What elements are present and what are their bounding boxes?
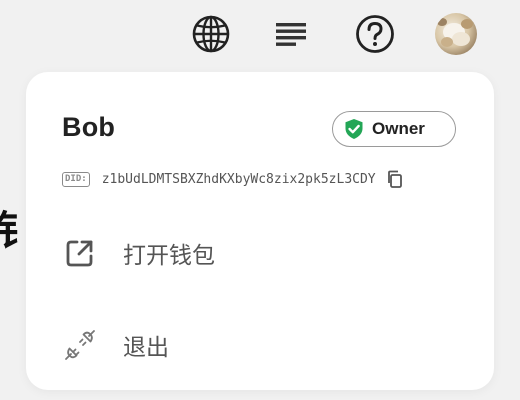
copy-icon[interactable] bbox=[385, 169, 405, 189]
did-row: DID: z1bUdLDMTSBXZhdKXbyWc8zix2pk5zL3CDY bbox=[62, 168, 405, 190]
background-text-fragment: 钊 bbox=[0, 198, 18, 256]
help-icon[interactable] bbox=[353, 12, 397, 56]
logout-label: 退出 bbox=[123, 335, 169, 361]
list-icon[interactable] bbox=[269, 12, 313, 56]
open-wallet-label: 打开钱包 bbox=[123, 243, 215, 269]
top-bar bbox=[0, 0, 520, 66]
owner-role-badge: Owner bbox=[332, 111, 456, 147]
did-tag: DID: bbox=[62, 171, 90, 187]
account-menu-card: Bob Owner DID: z1bUdLDMTSBXZhdKXbyWc8zix… bbox=[26, 72, 494, 390]
external-link-icon bbox=[62, 235, 98, 271]
user-name: Bob bbox=[62, 112, 116, 142]
globe-icon[interactable] bbox=[189, 12, 233, 56]
shield-check-icon bbox=[344, 118, 364, 140]
avatar[interactable] bbox=[434, 12, 478, 56]
did-value: z1bUdLDMTSBXZhdKXbyWc8zix2pk5zL3CDY bbox=[101, 171, 376, 187]
open-wallet-menu-item[interactable]: 打开钱包 bbox=[46, 224, 474, 282]
role-label: Owner bbox=[372, 119, 425, 138]
logout-menu-item[interactable]: 退出 bbox=[46, 316, 474, 374]
plug-disconnect-icon bbox=[62, 327, 98, 363]
